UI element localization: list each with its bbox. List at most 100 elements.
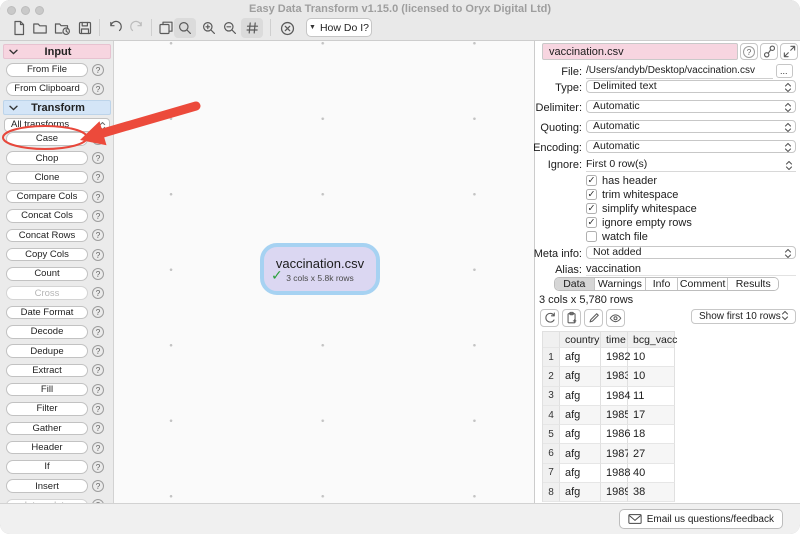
- cell[interactable]: 1989: [601, 483, 628, 502]
- help-icon[interactable]: ?: [92, 403, 104, 415]
- expand-icon[interactable]: [780, 43, 798, 60]
- cell[interactable]: 10: [628, 367, 675, 386]
- help-icon[interactable]: ?: [92, 287, 104, 299]
- encoding-select[interactable]: Automatic: [586, 140, 796, 154]
- transform-concat-rows-button[interactable]: Concat Rows: [6, 229, 88, 243]
- cell[interactable]: afg: [560, 425, 601, 444]
- column-header-bcg-vacc[interactable]: bcg_vacc: [628, 332, 675, 348]
- row-number[interactable]: 6: [543, 444, 560, 463]
- transform-chop-button[interactable]: Chop: [6, 151, 88, 165]
- help-icon[interactable]: ?: [92, 384, 104, 396]
- transform-header-button[interactable]: Header: [6, 441, 88, 455]
- cell[interactable]: 27: [628, 444, 675, 463]
- type-select[interactable]: Delimited text: [586, 80, 796, 94]
- cell[interactable]: 1984: [601, 387, 628, 406]
- transform-compare-cols-button[interactable]: Compare Cols: [6, 190, 88, 204]
- transform-insert-button[interactable]: Insert: [6, 479, 88, 493]
- transform-case-button[interactable]: Case: [6, 132, 88, 146]
- cell[interactable]: afg: [560, 348, 601, 367]
- checkbox-trim-whitespace[interactable]: ✓ trim whitespace: [586, 189, 678, 201]
- transform-if-button[interactable]: If: [6, 460, 88, 474]
- new-file-icon[interactable]: [9, 18, 29, 38]
- help-icon[interactable]: ?: [92, 133, 104, 145]
- tab-data[interactable]: Data: [555, 278, 595, 290]
- duplicate-icon[interactable]: [156, 18, 176, 38]
- transform-date-format-button[interactable]: Date Format: [6, 306, 88, 320]
- email-feedback-button[interactable]: Email us questions/feedback: [619, 509, 783, 529]
- cell[interactable]: afg: [560, 464, 601, 483]
- tab-warnings[interactable]: Warnings: [595, 278, 647, 290]
- help-icon[interactable]: ?: [92, 480, 104, 492]
- ignore-rows-spinner[interactable]: First 0 row(s): [586, 158, 796, 172]
- refresh-icon[interactable]: [540, 309, 559, 327]
- column-header-time[interactable]: time: [601, 332, 628, 348]
- transform-dedupe-button[interactable]: Dedupe: [6, 344, 88, 358]
- zoom-in-icon[interactable]: [199, 18, 219, 38]
- quoting-select[interactable]: Automatic: [586, 120, 796, 134]
- workflow-canvas[interactable]: ✓ vaccination.csv 3 cols x 5.8k rows: [115, 41, 534, 503]
- help-icon[interactable]: ?: [92, 83, 104, 95]
- cell[interactable]: afg: [560, 367, 601, 386]
- help-icon[interactable]: ?: [92, 364, 104, 376]
- help-icon[interactable]: ?: [92, 345, 104, 357]
- row-number[interactable]: 5: [543, 425, 560, 444]
- transform-fill-button[interactable]: Fill: [6, 383, 88, 397]
- cell[interactable]: 1988: [601, 464, 628, 483]
- show-rows-select[interactable]: Show first 10 rows: [691, 309, 796, 324]
- row-number[interactable]: 8: [543, 483, 560, 502]
- transform-filter-button[interactable]: Filter: [6, 402, 88, 416]
- link-icon[interactable]: [760, 43, 778, 60]
- from-file-button[interactable]: From File: [6, 63, 88, 77]
- meta-info-select[interactable]: Not added: [586, 246, 796, 260]
- node-vaccination-csv[interactable]: ✓ vaccination.csv 3 cols x 5.8k rows: [260, 243, 380, 295]
- cell[interactable]: 1987: [601, 444, 628, 463]
- cell[interactable]: 1982: [601, 348, 628, 367]
- view-eye-icon[interactable]: [606, 309, 625, 327]
- transform-gather-button[interactable]: Gather: [6, 422, 88, 436]
- row-number[interactable]: 7: [543, 464, 560, 483]
- help-button[interactable]: ?: [740, 43, 758, 60]
- help-icon[interactable]: ?: [92, 306, 104, 318]
- tab-results[interactable]: Results: [728, 278, 778, 290]
- help-icon[interactable]: ?: [92, 171, 104, 183]
- transform-count-button[interactable]: Count: [6, 267, 88, 281]
- help-icon[interactable]: ?: [92, 249, 104, 261]
- open-recent-icon[interactable]: [52, 18, 72, 38]
- undo-icon[interactable]: [105, 18, 125, 38]
- transform-decode-button[interactable]: Decode: [6, 325, 88, 339]
- row-number[interactable]: 3: [543, 387, 560, 406]
- row-number[interactable]: 1: [543, 348, 560, 367]
- transform-filter-select[interactable]: All transforms: [4, 118, 110, 132]
- help-icon[interactable]: ?: [92, 64, 104, 76]
- tab-comment[interactable]: Comment: [678, 278, 729, 290]
- checkbox-ignore-empty-rows[interactable]: ✓ ignore empty rows: [586, 217, 692, 229]
- help-icon[interactable]: ?: [92, 268, 104, 280]
- cell[interactable]: afg: [560, 406, 601, 425]
- tab-info[interactable]: Info: [646, 278, 678, 290]
- help-icon[interactable]: ?: [92, 461, 104, 473]
- transform-copy-cols-button[interactable]: Copy Cols: [6, 248, 88, 262]
- help-icon[interactable]: ?: [92, 442, 104, 454]
- file-path-field[interactable]: /Users/andyb/Desktop/vaccination.csv: [586, 65, 773, 79]
- transform-cross-button[interactable]: Cross: [6, 286, 88, 300]
- cell[interactable]: 10: [628, 348, 675, 367]
- from-clipboard-button[interactable]: From Clipboard: [6, 82, 88, 96]
- checkbox-simplify-whitespace[interactable]: ✓ simplify whitespace: [586, 203, 697, 215]
- edit-icon[interactable]: [584, 309, 603, 327]
- save-icon[interactable]: [75, 18, 95, 38]
- transform-extract-button[interactable]: Extract: [6, 364, 88, 378]
- search-icon[interactable]: [174, 18, 196, 38]
- cell[interactable]: 1986: [601, 425, 628, 444]
- browse-button[interactable]: ...: [776, 64, 793, 78]
- checkbox-has-header[interactable]: ✓ has header: [586, 175, 657, 187]
- cell[interactable]: 1985: [601, 406, 628, 425]
- transform-section-header[interactable]: Transform: [3, 100, 111, 115]
- redo-icon[interactable]: [127, 18, 147, 38]
- row-number[interactable]: 4: [543, 406, 560, 425]
- help-icon[interactable]: ?: [92, 422, 104, 434]
- delimiter-select[interactable]: Automatic: [586, 100, 796, 114]
- cell[interactable]: 17: [628, 406, 675, 425]
- copy-to-clipboard-icon[interactable]: [562, 309, 581, 327]
- open-file-icon[interactable]: [30, 18, 50, 38]
- transform-clone-button[interactable]: Clone: [6, 171, 88, 185]
